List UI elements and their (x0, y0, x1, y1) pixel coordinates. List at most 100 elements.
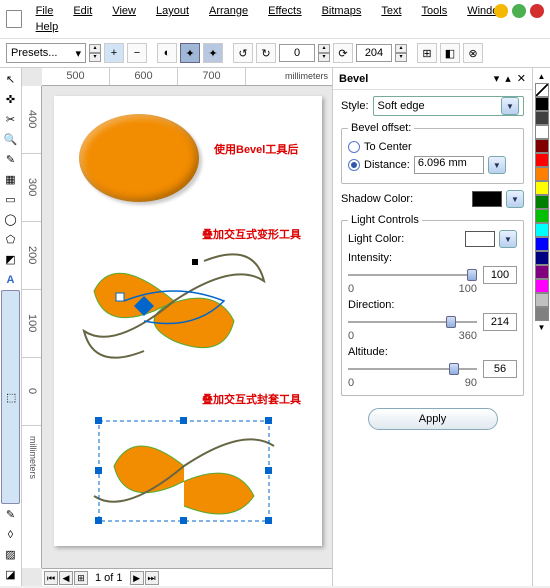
apply-button[interactable]: Apply (368, 408, 498, 430)
canvas[interactable]: 500 600 700 millimeters 400 300 200 100 … (22, 68, 332, 586)
color-swatch[interactable] (535, 167, 549, 181)
envelope-swirl (84, 396, 284, 536)
direction-slider[interactable]: 214 (348, 313, 517, 331)
distort-icon[interactable]: ◐ (157, 43, 177, 63)
shape-tool-icon[interactable]: ✜ (1, 90, 20, 109)
zoom-tool-icon[interactable]: 🔍 (1, 130, 20, 149)
shadow-color-label: Shadow Color: (341, 193, 468, 205)
color-swatch[interactable] (535, 209, 549, 223)
property-bar: Presets...▾ ▴▾ + − ◐ ✦ ✦ ↺ ↻ 0 ▴▾ ⟳ 204 … (0, 38, 550, 68)
polygon-tool-icon[interactable]: ⬠ (1, 230, 20, 249)
color-swatch[interactable] (535, 223, 549, 237)
rotate-cw-icon[interactable]: ↻ (256, 43, 276, 63)
style-dropdown[interactable]: Soft edge▼ (373, 96, 524, 116)
color-swatch[interactable] (535, 111, 549, 125)
toolbox: ↖ ✜ ✂ 🔍 ✎ ▦ ▭ ◯ ⬠ ◩ A ⬚ ✎ ◊ ▨ ◪ (0, 68, 22, 586)
menu-text[interactable]: Text (371, 3, 411, 19)
freehand-tool-icon[interactable]: ✎ (1, 150, 20, 169)
menu-bar: File Edit View Layout Arrange Effects Bi… (0, 0, 550, 38)
eyedropper-icon[interactable]: ✎ (1, 505, 20, 524)
color-swatch[interactable] (535, 139, 549, 153)
color-swatch[interactable] (535, 153, 549, 167)
interactive-tool-icon[interactable]: ⬚ (1, 290, 20, 504)
add-page-button[interactable]: ⊞ (74, 571, 88, 585)
convert-icon[interactable]: ◧ (440, 43, 460, 63)
minimize-icon[interactable] (494, 4, 508, 18)
window-controls (494, 4, 544, 18)
prev-page-button[interactable]: ◀ (59, 571, 73, 585)
offset-group: Bevel offset: To Center Distance: 6.096 … (341, 122, 524, 184)
bevel-docker: Bevel ▾ ▴ ✕ Style: Soft edge▼ Bevel offs… (332, 68, 532, 586)
ellipse-tool-icon[interactable]: ◯ (1, 210, 20, 229)
color-swatch[interactable] (535, 293, 549, 307)
style-label: Style: (341, 100, 369, 112)
intensity-slider[interactable]: 100 (348, 266, 517, 284)
new-doc-icon[interactable] (6, 10, 22, 28)
palette-scroll-down-icon[interactable]: ▼ (538, 323, 546, 332)
page: 使用Bevel工具后 叠加交互式变形工具 (54, 96, 322, 546)
fill-tool-icon[interactable]: ▨ (1, 545, 20, 564)
menu-effects[interactable]: Effects (258, 3, 311, 19)
menu-file[interactable]: File (26, 3, 64, 19)
color-swatch[interactable] (535, 195, 549, 209)
shadow-color-swatch[interactable] (472, 191, 502, 207)
color-swatch[interactable] (535, 265, 549, 279)
copies-icon[interactable]: ⟳ (333, 43, 353, 63)
smart-fill-icon[interactable]: ▦ (1, 170, 20, 189)
page-navigator: ⏮ ◀ ⊞ 1 of 1 ▶ ⏭ (42, 568, 332, 586)
maximize-icon[interactable] (512, 4, 526, 18)
center-icon[interactable]: ⊞ (417, 43, 437, 63)
ruler-horizontal: 500 600 700 millimeters (42, 68, 332, 86)
docker-collapse-icon[interactable]: ▴ (505, 72, 511, 85)
pick-tool-icon[interactable]: ↖ (1, 70, 20, 89)
remove-preset-button[interactable]: − (127, 43, 147, 63)
distance-radio[interactable]: Distance: 6.096 mm ▼ (348, 156, 517, 174)
basic-shapes-icon[interactable]: ◩ (1, 250, 20, 269)
zipper-icon[interactable]: ✦ (203, 43, 223, 63)
distortion-swirl (74, 231, 274, 371)
rectangle-tool-icon[interactable]: ▭ (1, 190, 20, 209)
light-controls-group: Light Controls Light Color: ▼ Intensity:… (341, 214, 524, 396)
outline-tool-icon[interactable]: ◊ (1, 525, 20, 544)
to-center-radio[interactable]: To Center (348, 141, 517, 153)
palette-scroll-up-icon[interactable]: ▲ (538, 72, 546, 81)
menu-view[interactable]: View (102, 3, 146, 19)
menu-layout[interactable]: Layout (146, 3, 199, 19)
altitude-slider[interactable]: 56 (348, 360, 517, 378)
light-color-swatch[interactable] (465, 231, 495, 247)
annotation-3: 叠加交互式封套工具 (202, 391, 301, 407)
crop-tool-icon[interactable]: ✂ (1, 110, 20, 129)
color-swatch[interactable] (535, 125, 549, 139)
menu-arrange[interactable]: Arrange (199, 3, 258, 19)
first-page-button[interactable]: ⏮ (44, 571, 58, 585)
no-fill-swatch[interactable] (535, 83, 549, 97)
close-icon[interactable] (530, 4, 544, 18)
menu-tools[interactable]: Tools (412, 3, 458, 19)
menu-bitmaps[interactable]: Bitmaps (312, 3, 372, 19)
twister-icon[interactable]: ✦ (180, 43, 200, 63)
interactive-fill-icon[interactable]: ◪ (1, 565, 20, 584)
text-tool-icon[interactable]: A (1, 270, 20, 289)
last-page-button[interactable]: ⏭ (145, 571, 159, 585)
color-swatch[interactable] (535, 181, 549, 195)
next-page-button[interactable]: ▶ (130, 571, 144, 585)
copies-input[interactable]: 204 (356, 44, 392, 62)
rotation-input[interactable]: 0 (279, 44, 315, 62)
clear-icon[interactable]: ⊗ (463, 43, 483, 63)
docker-title: Bevel (339, 73, 494, 85)
color-swatch[interactable] (535, 251, 549, 265)
presets-dropdown[interactable]: Presets...▾ (6, 43, 86, 63)
annotation-2: 叠加交互式变形工具 (202, 226, 301, 242)
menu-edit[interactable]: Edit (63, 3, 102, 19)
rotate-ccw-icon[interactable]: ↺ (233, 43, 253, 63)
color-swatch[interactable] (535, 307, 549, 321)
docker-menu-icon[interactable]: ▾ (494, 72, 500, 85)
menu-help[interactable]: Help (26, 19, 69, 35)
color-swatch[interactable] (535, 237, 549, 251)
color-swatch[interactable] (535, 279, 549, 293)
docker-close-icon[interactable]: ✕ (517, 72, 526, 85)
color-swatch[interactable] (535, 97, 549, 111)
distance-input[interactable]: 6.096 mm (414, 156, 484, 174)
add-preset-button[interactable]: + (104, 43, 124, 63)
annotation-1: 使用Bevel工具后 (214, 141, 298, 157)
